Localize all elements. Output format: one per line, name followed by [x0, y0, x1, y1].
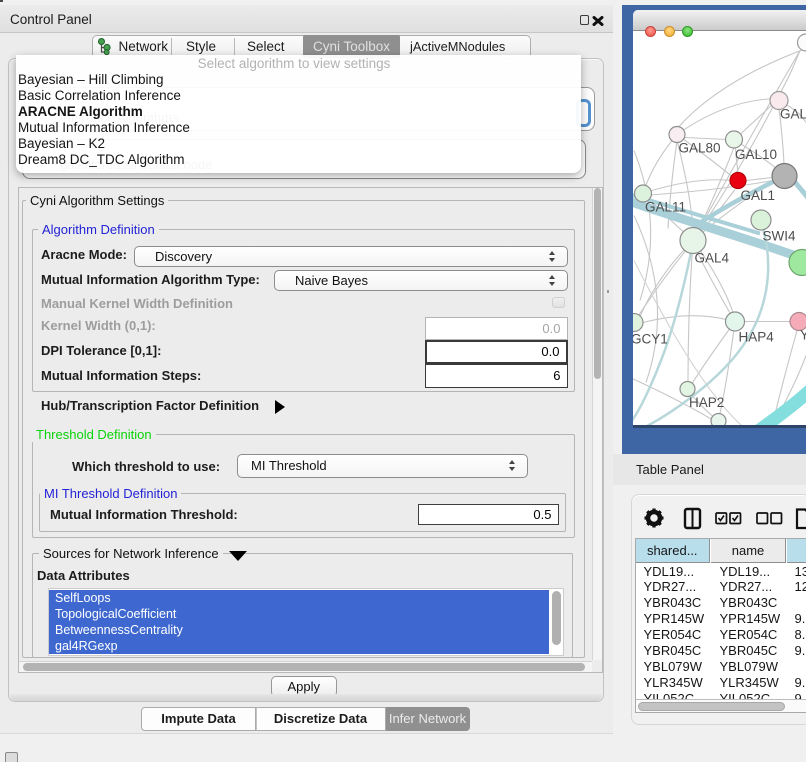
svg-text:HAP2: HAP2 [689, 395, 724, 410]
svg-text:GAL80: GAL80 [679, 140, 721, 155]
svg-text:GAL10: GAL10 [735, 147, 777, 162]
svg-text:Y: Y [800, 327, 806, 342]
svg-text:HAP4: HAP4 [739, 329, 775, 344]
svg-text:GAL1: GAL1 [741, 188, 776, 203]
svg-text:GAL4: GAL4 [695, 250, 730, 265]
svg-text:SWI4: SWI4 [763, 228, 796, 243]
svg-text:GAL7: GAL7 [780, 106, 806, 121]
svg-text:GAL11: GAL11 [645, 199, 686, 214]
svg-text:GCY1: GCY1 [633, 331, 668, 346]
